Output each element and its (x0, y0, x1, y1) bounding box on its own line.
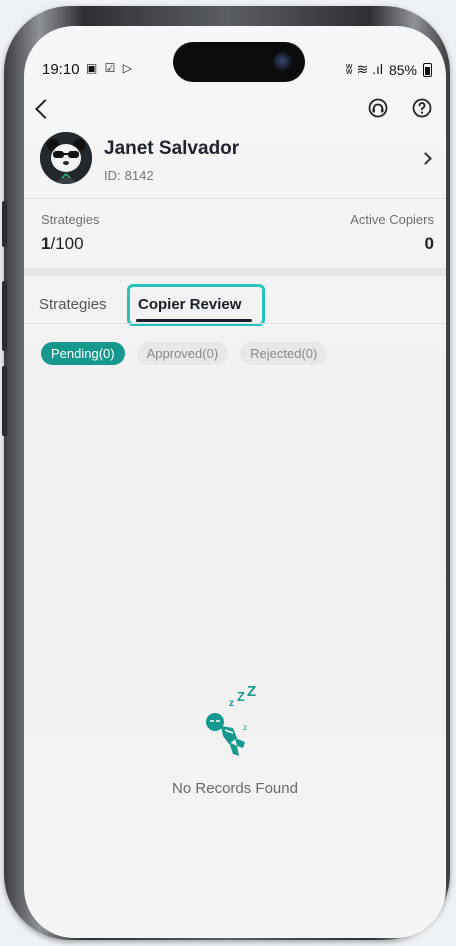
camera-icon (273, 52, 293, 72)
active-copiers-label: Active Copiers (350, 212, 434, 227)
filter-pills: Pending(0) Approved(0) Rejected(0) (41, 342, 328, 365)
tabs-divider (24, 323, 446, 324)
status-time: 19:10 (42, 61, 80, 78)
dynamic-island (173, 42, 305, 82)
profile-id: ID: 8142 (104, 168, 154, 183)
chevron-right-icon[interactable] (419, 152, 432, 165)
no-records-text: No Records Found (172, 780, 298, 797)
side-button-volume-up (2, 281, 7, 351)
avatar (40, 132, 92, 184)
active-tab-indicator (136, 319, 252, 322)
strategies-count: 1/100 (41, 234, 84, 254)
battery-percent: 85% (388, 61, 417, 78)
back-icon[interactable] (35, 99, 55, 119)
stats-row: Strategies 1/100 Active Copiers 0 (24, 212, 446, 262)
tab-bar: Strategies Copier Review (24, 284, 446, 326)
side-button-action (2, 201, 7, 247)
svg-text:z: z (243, 723, 247, 732)
tab-copier-review[interactable]: Copier Review (138, 296, 241, 313)
svg-text:Z: Z (237, 689, 245, 704)
svg-text:Z: Z (247, 686, 256, 700)
profile-divider (24, 198, 446, 199)
svg-text:z: z (229, 698, 234, 709)
navbar (24, 94, 446, 130)
profile-name: Janet Salvador (104, 138, 240, 159)
filter-approved[interactable]: Approved(0) (136, 342, 229, 365)
active-copiers-value: 0 (424, 234, 434, 253)
tab-strategies[interactable]: Strategies (39, 296, 107, 313)
strategies-label: Strategies (41, 212, 100, 227)
side-button-volume-down (2, 366, 7, 436)
status-notification-icons: ▣ ☑ ▷ (86, 61, 134, 75)
headset-icon[interactable] (366, 96, 390, 120)
empty-state: z Z Z z No Records Found (24, 686, 446, 797)
signal-icons: ʬ ≋ .ıl (345, 61, 383, 77)
filter-rejected[interactable]: Rejected(0) (240, 342, 328, 365)
panda-avatar-icon (40, 132, 92, 184)
battery-icon (423, 62, 432, 77)
screen: 19:10 ▣ ☑ ▷ ʬ ≋ .ıl 85% Janet Salvador I… (24, 26, 446, 938)
profile-id-value: 8142 (124, 168, 154, 183)
profile-card[interactable]: Janet Salvador ID: 8142 (24, 126, 446, 198)
sleeping-figure-icon: z Z Z z (206, 686, 256, 756)
profile-id-label: ID: (104, 168, 121, 183)
section-separator (24, 268, 446, 276)
filter-pending[interactable]: Pending(0) (41, 342, 125, 365)
strategies-total: /100 (50, 234, 84, 253)
status-right: ʬ ≋ .ıl 85% (346, 61, 432, 78)
phone-frame: 19:10 ▣ ☑ ▷ ʬ ≋ .ıl 85% Janet Salvador I… (2, 6, 450, 940)
help-icon[interactable] (410, 96, 434, 120)
